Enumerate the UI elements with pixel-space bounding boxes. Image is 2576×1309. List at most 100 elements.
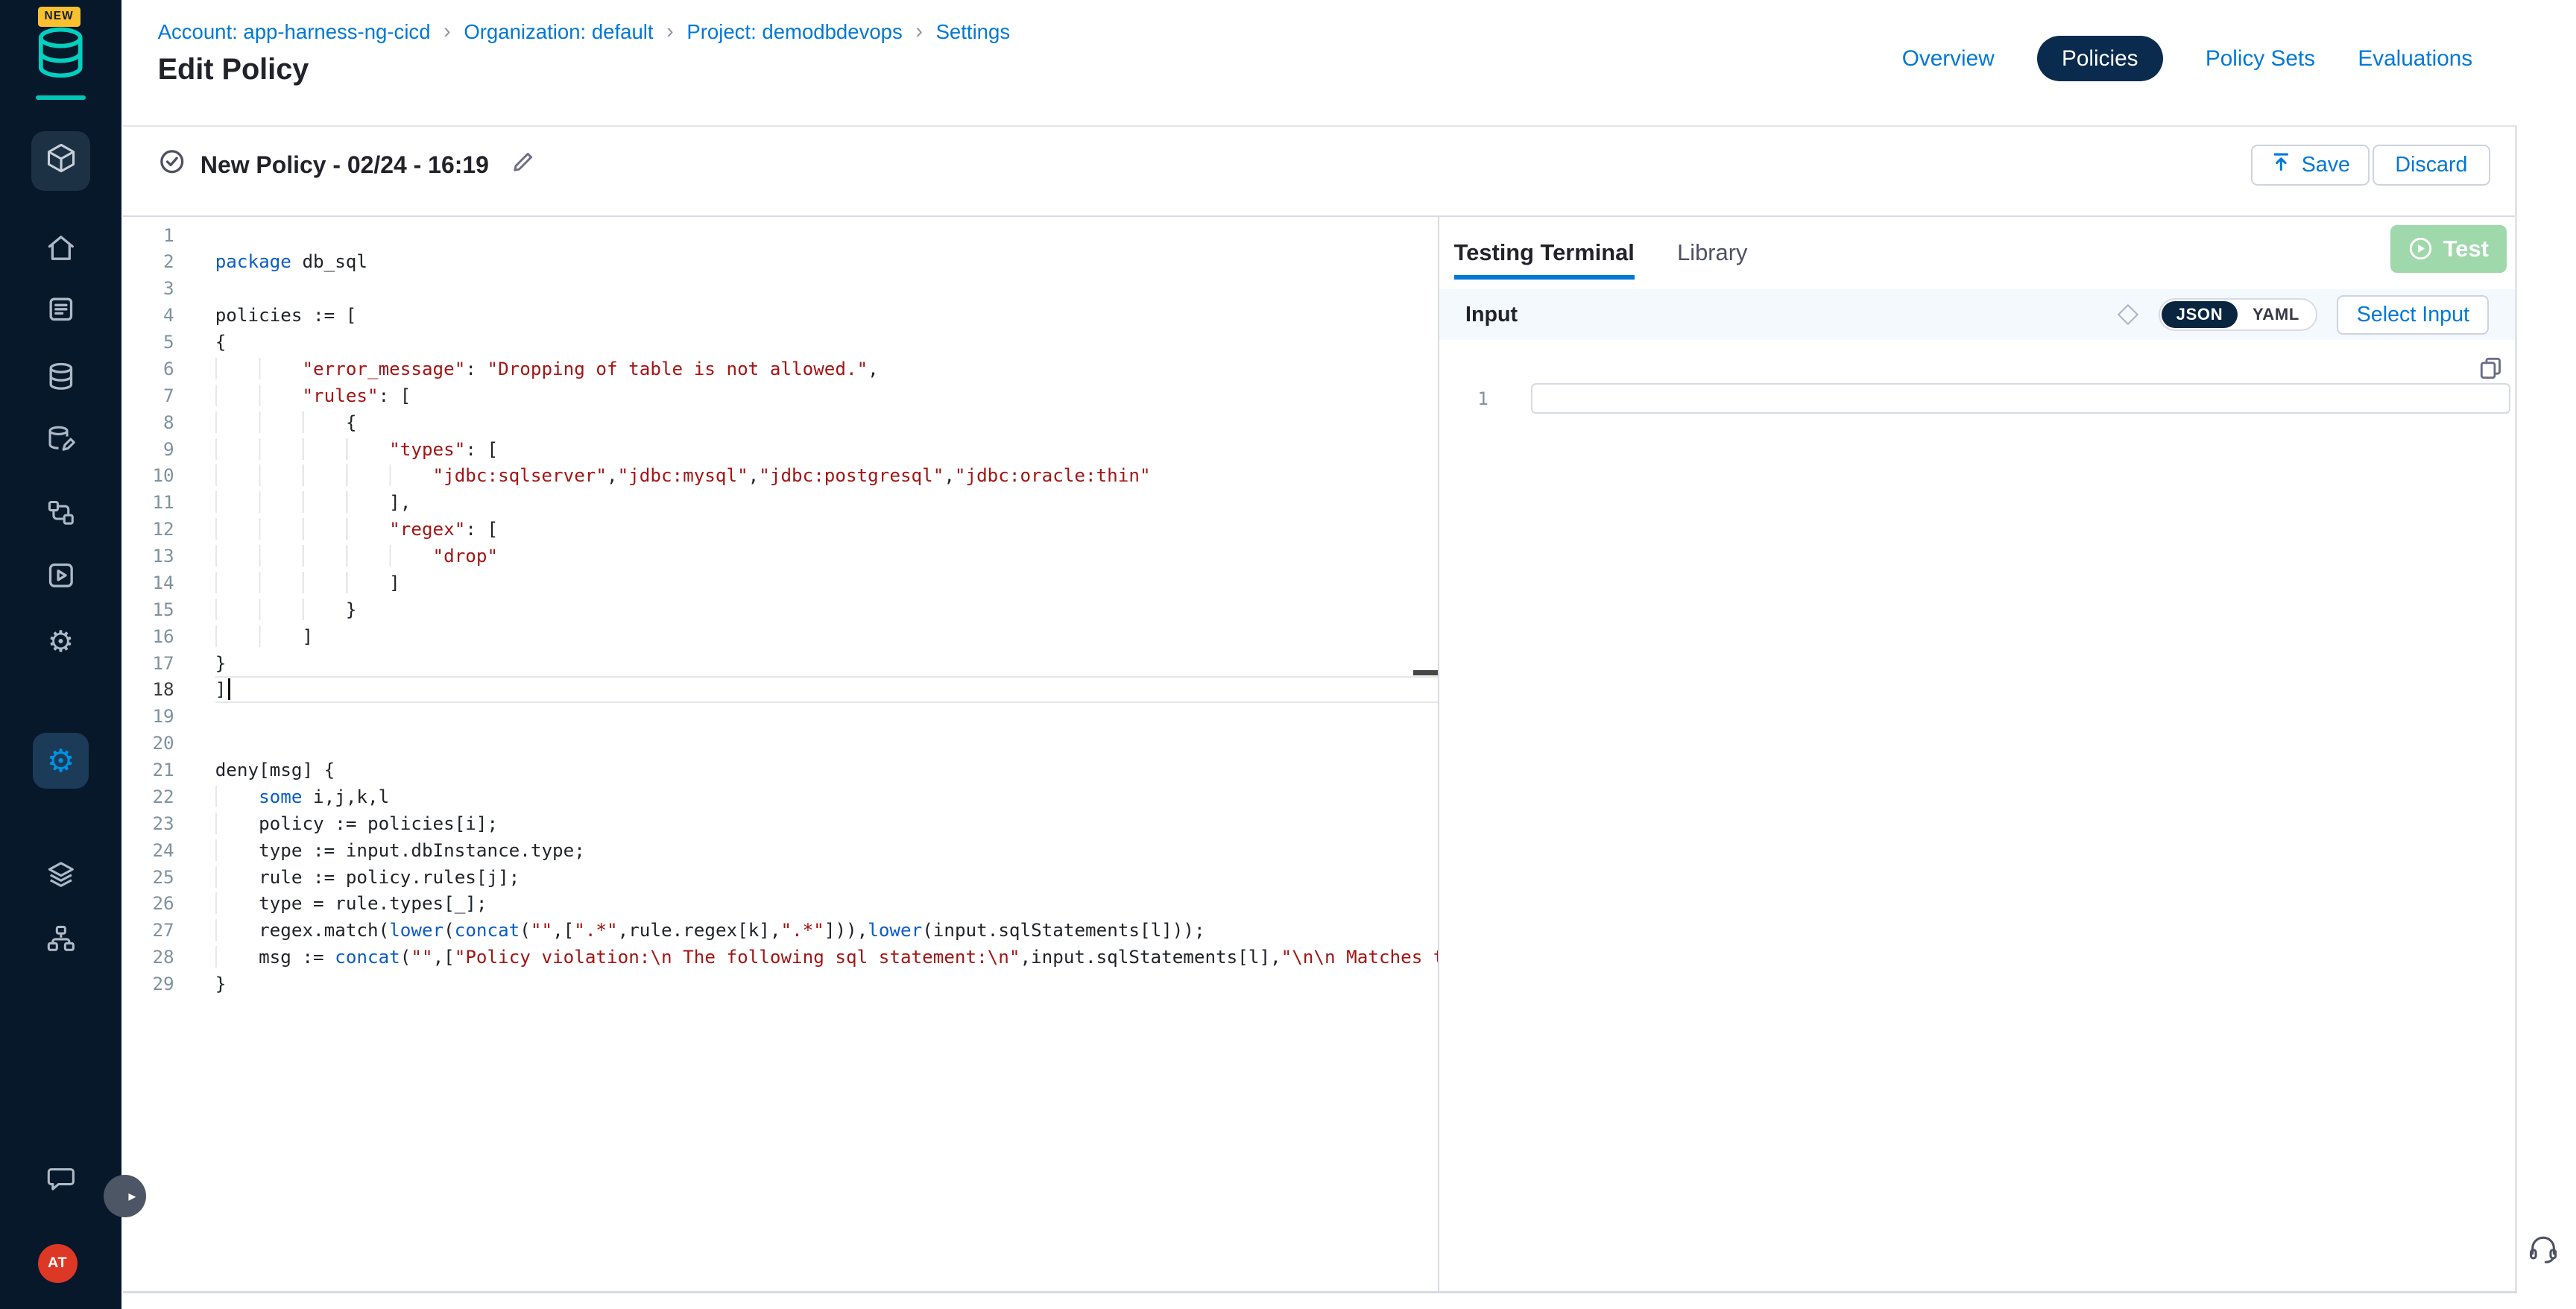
code-line-text: ] [215,623,1438,650]
save-button[interactable]: Save [2251,145,2370,186]
code-line[interactable]: 13 "drop" [123,543,1437,570]
code-line[interactable]: 18] [123,676,1437,703]
sidebar-item-configure[interactable]: ⚙ [0,614,121,670]
code-line[interactable]: 11 ], [123,489,1437,516]
harness-db-devops-logo[interactable] [34,25,87,90]
list-board-icon [46,294,76,330]
policy-code-editor[interactable]: 12package db_sql34policies := [5{6 "erro… [123,217,1437,1291]
breadcrumb-organization[interactable]: Organization: default [464,20,653,44]
upload-arrow-icon [2270,151,2292,179]
code-line[interactable]: 27 regex.match(lower(concat("",[".*",rul… [123,917,1437,944]
policy-check-icon [158,148,186,182]
code-line[interactable]: 5{ [123,329,1437,356]
code-line[interactable]: 23 policy := policies[i]; [123,810,1437,837]
format-yaml-button[interactable]: YAML [2238,301,2314,327]
sidebar-item-chat[interactable] [0,1153,121,1209]
tab-library[interactable]: Library [1677,217,1747,289]
line-number: 22 [123,783,215,810]
code-line[interactable]: 4policies := [ [123,302,1437,329]
code-line[interactable]: 1 [123,222,1437,249]
code-line-text [215,730,1438,757]
edit-name-pencil-icon[interactable] [511,150,535,181]
sidebar-item-home[interactable] [0,224,121,280]
code-line[interactable]: 22 some i,j,k,l [123,783,1437,810]
tab-evaluations[interactable]: Evaluations [2358,46,2472,72]
policy-toolbar: New Policy - 02/24 - 16:19 [158,148,535,182]
code-line-text [215,222,1438,249]
code-line[interactable]: 16 ] [123,623,1437,650]
editor-panel-divider [1438,217,1439,1291]
code-line[interactable]: 14 ] [123,570,1437,596]
nav-sidebar: NEW [0,0,121,1309]
sidebar-item-settings-active[interactable]: ⚙ [33,733,89,789]
sidebar-item-environments[interactable] [0,850,121,906]
code-line[interactable]: 6 "error_message": "Dropping of table is… [123,356,1437,382]
sidebar-item-databases[interactable] [0,352,121,408]
code-line[interactable]: 10 "jdbc:sqlserver","jdbc:mysql","jdbc:p… [123,462,1437,489]
discard-button[interactable]: Discard [2373,145,2490,186]
code-line-text: "error_message": "Dropping of table is n… [215,356,1438,382]
chevron-right-icon: ▸ [128,1187,136,1205]
code-line[interactable]: 7 "rules": [ [123,382,1437,409]
code-line-text: } [215,971,1438,997]
sidebar-expand-handle[interactable]: ▸ [104,1175,146,1217]
line-number: 10 [123,462,215,489]
text-cursor [228,678,230,700]
code-line[interactable]: 24 type := input.dbInstance.type; [123,837,1437,864]
code-line[interactable]: 25 rule := policy.rules[j]; [123,864,1437,891]
test-input-field[interactable] [1531,383,2510,414]
user-avatar[interactable]: AT [38,1244,78,1284]
code-line[interactable]: 8 { [123,409,1437,436]
select-input-button[interactable]: Select Input [2337,295,2489,335]
line-number: 2 [123,248,215,275]
code-line-text: "jdbc:sqlserver","jdbc:mysql","jdbc:post… [215,462,1438,489]
code-line[interactable]: 2package db_sql [123,248,1437,275]
card-bottom-border [123,1291,2516,1293]
sidebar-item-executions[interactable] [0,284,121,340]
code-line[interactable]: 19 [123,703,1437,730]
page-title: Edit Policy [158,53,309,86]
save-button-label: Save [2302,153,2350,177]
tab-policies[interactable]: Policies [2037,36,2163,81]
line-number: 20 [123,730,215,757]
code-line-text: regex.match(lower(concat("",[".*",rule.r… [215,917,1438,944]
code-line[interactable]: 9 "types": [ [123,436,1437,463]
format-json-button[interactable]: JSON [2162,301,2238,327]
tag-diamond-icon[interactable] [2118,304,2138,325]
sidebar-item-runs[interactable] [0,550,121,606]
code-line[interactable]: 29} [123,971,1437,997]
terminal-tabs-bar: Testing Terminal Library [1439,217,2516,289]
layers-icon [46,859,76,895]
line-number: 28 [123,944,215,971]
test-button[interactable]: Test [2390,225,2507,273]
support-headset-icon[interactable] [2525,1231,2561,1267]
sidebar-item-organization[interactable] [0,913,121,969]
copy-icon[interactable] [2478,355,2504,381]
code-line[interactable]: 3 [123,275,1437,302]
code-line[interactable]: 17} [123,650,1437,677]
overview-ruler-cursor-mark [1413,670,1438,675]
tab-overview[interactable]: Overview [1902,46,1995,72]
line-number: 5 [123,329,215,356]
module-selector-button[interactable] [31,131,90,190]
code-line-text: ] [215,676,1438,703]
breadcrumb-account[interactable]: Account: app-harness-ng-cicd [158,20,431,44]
breadcrumb-project[interactable]: Project: demodbdevops [686,20,902,44]
code-line[interactable]: 12 "regex": [ [123,516,1437,543]
tab-policy-sets[interactable]: Policy Sets [2206,46,2315,72]
breadcrumb-settings[interactable]: Settings [936,20,1011,44]
sidebar-item-pipelines[interactable] [0,488,121,544]
line-number: 19 [123,703,215,730]
tab-testing-terminal[interactable]: Testing Terminal [1454,217,1635,289]
code-line[interactable]: 26 type = rule.types[_]; [123,890,1437,917]
code-line[interactable]: 21deny[msg] { [123,757,1437,783]
code-line[interactable]: 15 } [123,596,1437,623]
code-line-text: policy := policies[i]; [215,810,1438,837]
code-line-text: package db_sql [215,248,1438,275]
sidebar-item-db-changes[interactable] [0,414,121,470]
line-number: 13 [123,543,215,570]
play-square-icon [46,561,76,596]
code-line-text: rule := policy.rules[j]; [215,864,1438,891]
code-line[interactable]: 20 [123,730,1437,757]
code-line[interactable]: 28 msg := concat("",["Policy violation:\… [123,944,1437,971]
